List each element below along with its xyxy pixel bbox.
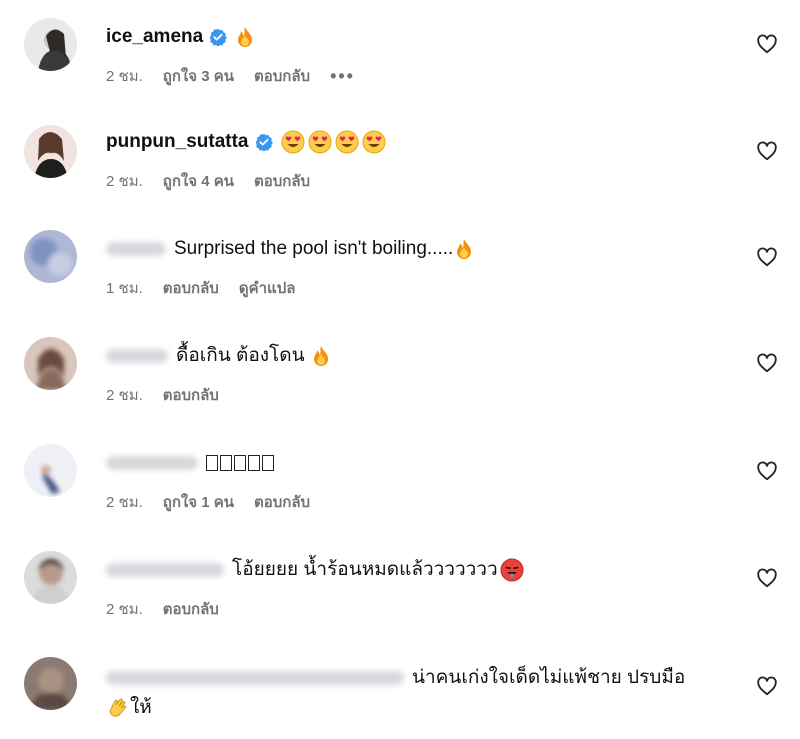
comment-text-continued: ให้ xyxy=(130,697,152,718)
avatar[interactable] xyxy=(24,18,77,71)
heart-eyes-emoji-icon xyxy=(335,130,359,154)
comment-time: 2 ชม. xyxy=(106,68,143,85)
likes-count[interactable]: ถูกใจ 4 คน xyxy=(163,169,234,193)
avatar[interactable] xyxy=(24,125,77,178)
avatar[interactable] xyxy=(24,444,77,497)
comment-item: ice_amena 2 ชม. ถูกใจ 3 คน ตอบกลับ ••• xyxy=(0,18,800,108)
comment-item: Surprised the pool isn't boiling..... 1 … xyxy=(0,230,800,320)
comment-item: punpun_sutatta 2 ชม. ถูกใจ 4 คน ตอบกลับ xyxy=(0,125,800,215)
fire-emoji-icon xyxy=(235,26,255,48)
reply-button[interactable]: ตอบกลับ xyxy=(163,383,219,407)
see-translation-button[interactable]: ดูคำแปล xyxy=(239,276,296,300)
hot-face-emoji-icon xyxy=(500,558,524,582)
comment-item: โอ้ยยยย น้ำร้อนหมดแล้ววววววว 2 ชม. ตอบกล… xyxy=(0,551,800,641)
avatar[interactable] xyxy=(24,230,77,283)
comment-time: 2 ชม. xyxy=(106,173,143,190)
heart-eyes-emoji-icon xyxy=(281,130,305,154)
like-heart-icon[interactable] xyxy=(756,140,778,162)
comment-item: น่าคนเก่งใจเด็ดไม่แพ้ชาย ปรบมือ ให้ xyxy=(0,657,800,739)
heart-eyes-emoji-icon xyxy=(308,130,332,154)
likes-count[interactable]: ถูกใจ 1 คน xyxy=(163,490,234,514)
comment-time: 2 ชม. xyxy=(106,494,143,511)
like-heart-icon[interactable] xyxy=(756,567,778,589)
clapping-hands-emoji-icon xyxy=(106,696,130,720)
fire-emoji-icon xyxy=(454,238,474,260)
reply-button[interactable]: ตอบกลับ xyxy=(254,169,310,193)
reply-button[interactable]: ตอบกลับ xyxy=(163,276,219,300)
username-blurred[interactable] xyxy=(106,670,404,685)
username[interactable]: punpun_sutatta xyxy=(106,129,249,155)
username-blurred[interactable] xyxy=(106,349,168,363)
like-heart-icon[interactable] xyxy=(756,33,778,55)
username[interactable]: ice_amena xyxy=(106,24,203,50)
comment-time: 2 ชม. xyxy=(106,387,143,404)
reply-button[interactable]: ตอบกลับ xyxy=(254,490,310,514)
comment-time: 1 ชม. xyxy=(106,280,143,297)
like-heart-icon[interactable] xyxy=(756,246,778,268)
likes-count[interactable]: ถูกใจ 3 คน xyxy=(163,64,234,88)
comment-text: Surprised the pool isn't boiling..... xyxy=(174,238,454,259)
comment-item: 2 ชม. ถูกใจ 1 คน ตอบกลับ xyxy=(0,444,800,534)
comment-item: ดื้อเกิน ต้องโดน 2 ชม. ตอบกลับ xyxy=(0,337,800,427)
heart-eyes-emoji-icon xyxy=(362,130,386,154)
like-heart-icon[interactable] xyxy=(756,460,778,482)
verified-badge-icon xyxy=(255,133,273,151)
more-options-icon[interactable]: ••• xyxy=(330,66,355,87)
avatar[interactable] xyxy=(24,657,77,710)
comment-time: 2 ชม. xyxy=(106,601,143,618)
avatar[interactable] xyxy=(24,551,77,604)
reply-button[interactable]: ตอบกลับ xyxy=(163,597,219,621)
comment-text: ดื้อเกิน ต้องโดน xyxy=(176,345,305,366)
username-blurred[interactable] xyxy=(106,456,198,470)
fire-emoji-icon xyxy=(311,345,331,367)
reply-button[interactable]: ตอบกลับ xyxy=(254,64,310,88)
username-blurred[interactable] xyxy=(106,563,224,577)
avatar[interactable] xyxy=(24,337,77,390)
like-heart-icon[interactable] xyxy=(756,352,778,374)
like-heart-icon[interactable] xyxy=(756,675,778,697)
comment-text: โอ้ยยยย น้ำร้อนหมดแล้ววววววว xyxy=(232,559,498,580)
unrendered-glyphs xyxy=(206,450,276,476)
verified-badge-icon xyxy=(209,28,228,46)
username-blurred[interactable] xyxy=(106,242,166,256)
comment-text: น่าคนเก่งใจเด็ดไม่แพ้ชาย ปรบมือ xyxy=(412,667,686,688)
